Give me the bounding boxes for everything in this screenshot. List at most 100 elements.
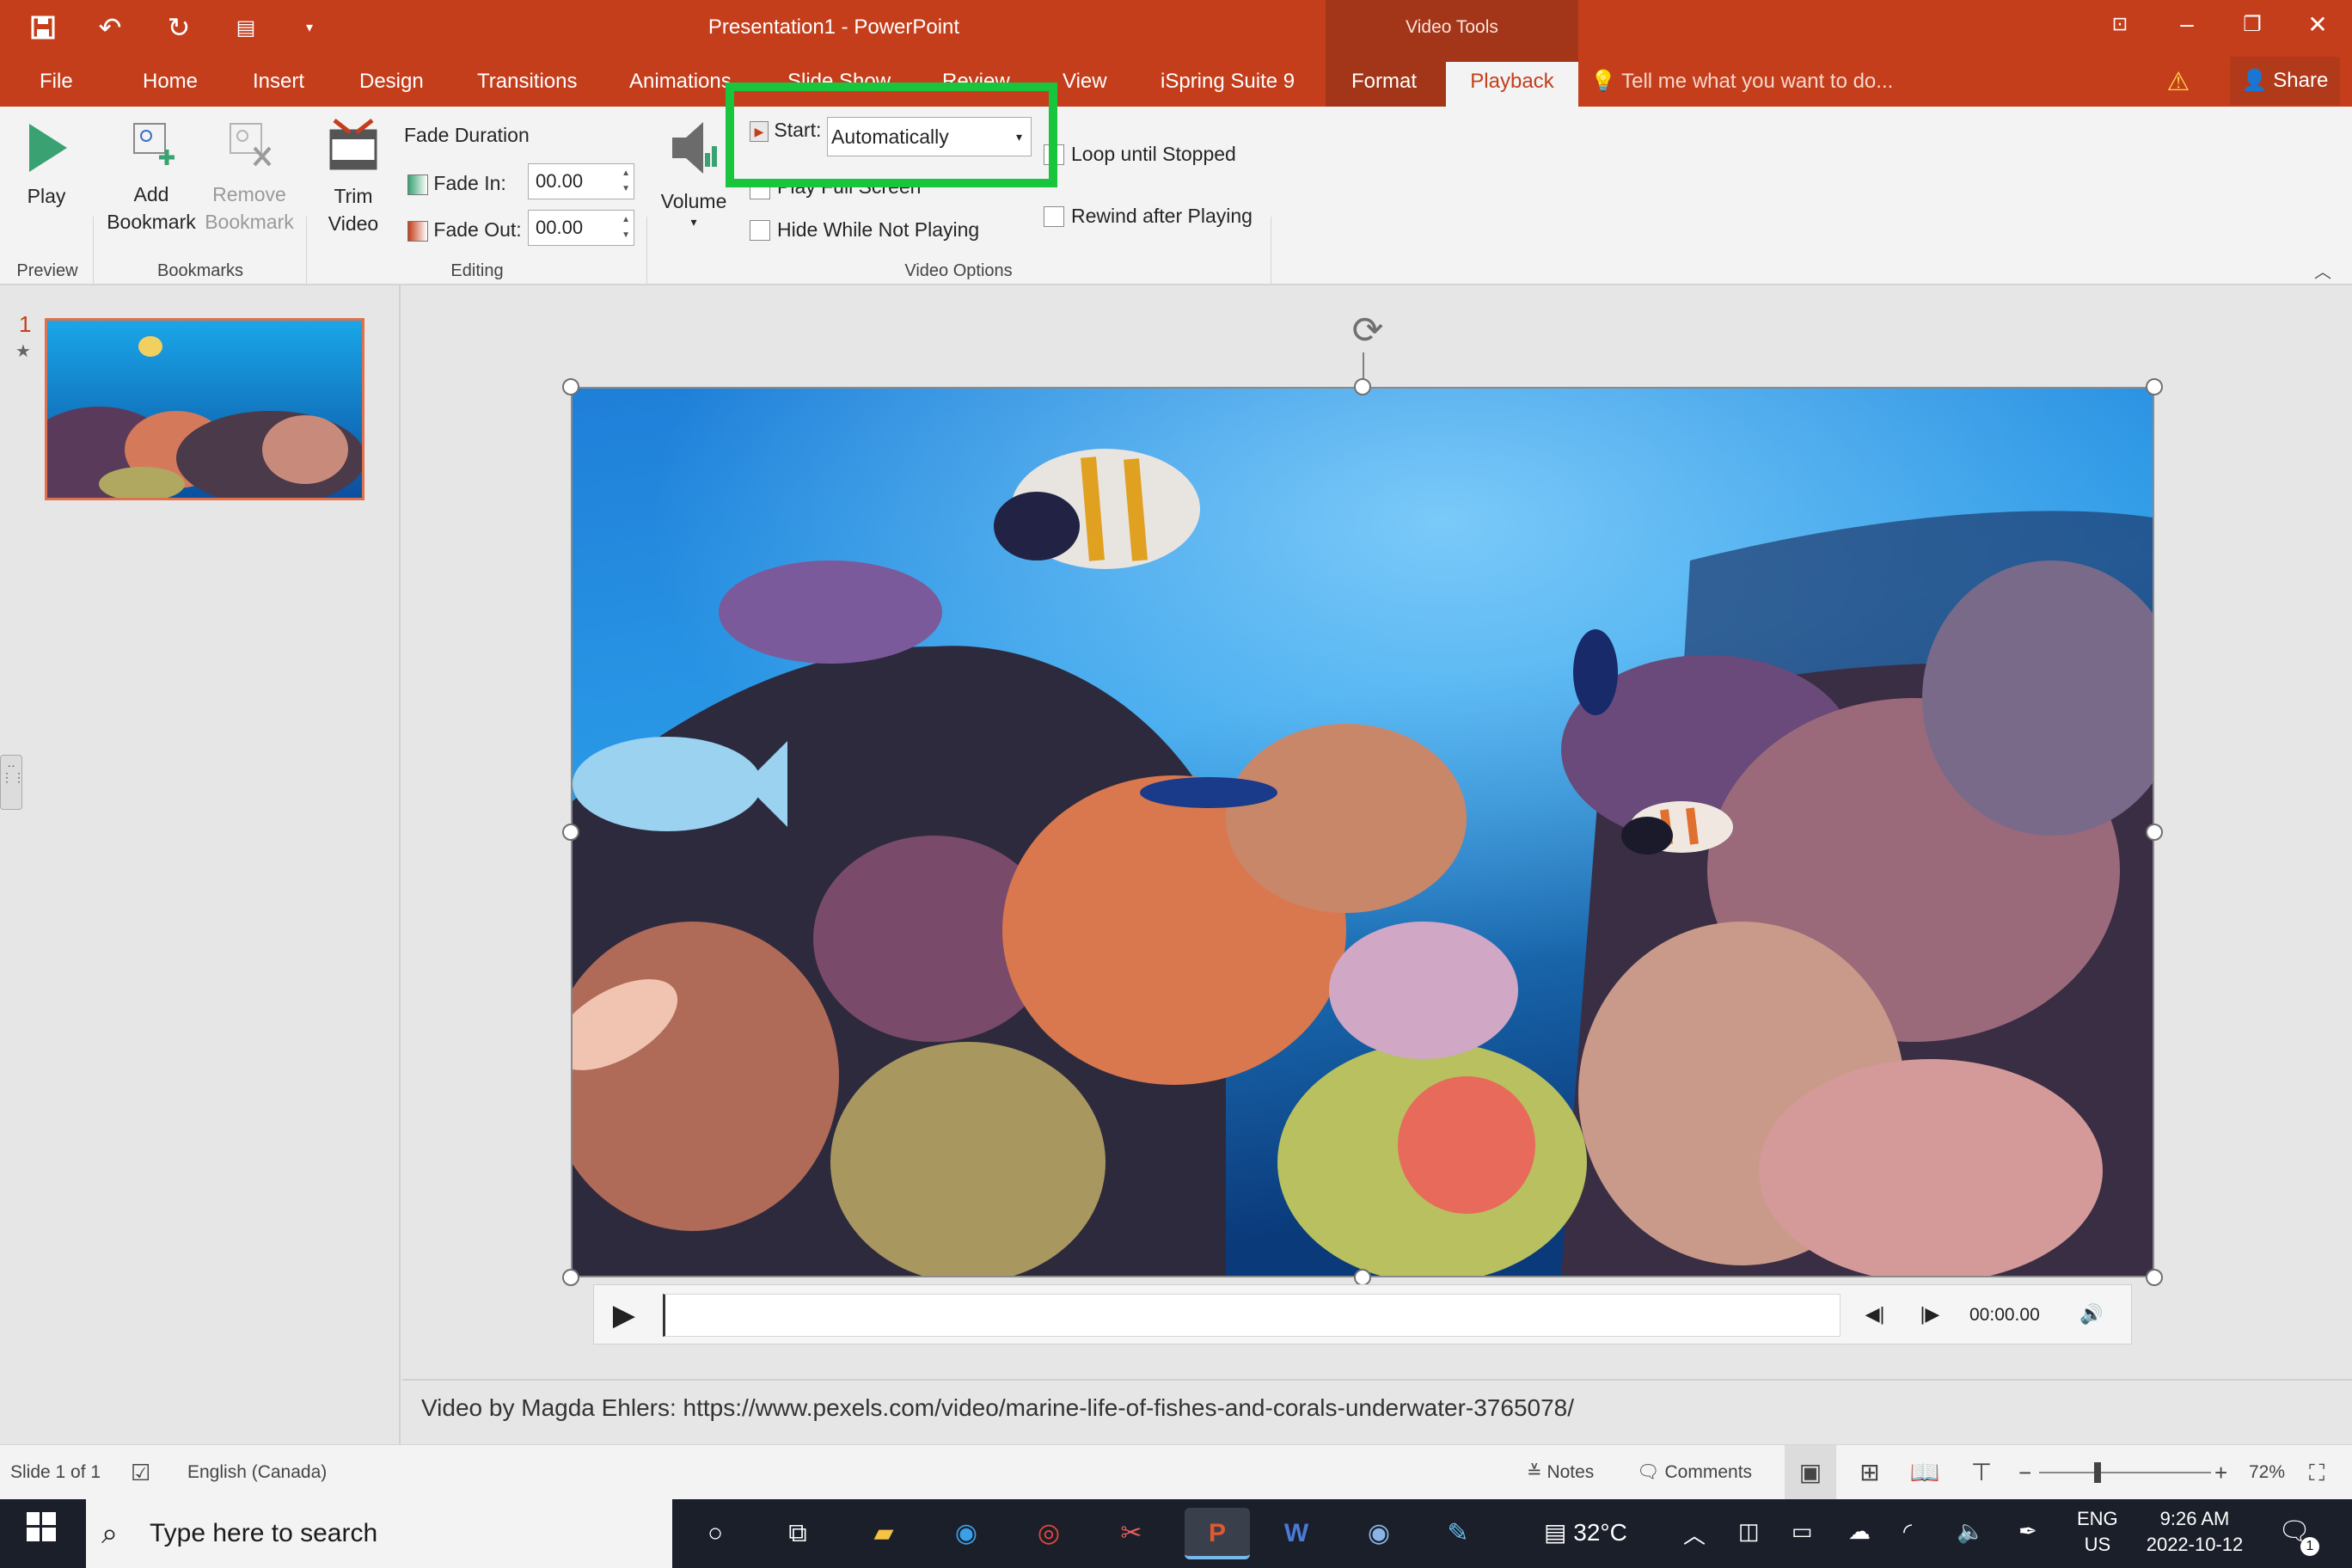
- resize-handle[interactable]: [562, 824, 579, 841]
- tab-file[interactable]: File: [40, 62, 73, 107]
- notes-button[interactable]: ≚ Notes: [1527, 1445, 1594, 1500]
- panel-splitter-handle[interactable]: ‥ ⋮⋮: [0, 755, 25, 810]
- zoom-slider[interactable]: [2039, 1445, 2211, 1500]
- onedrive-icon[interactable]: ☁: [1848, 1518, 1871, 1545]
- lang-line2: US: [2084, 1534, 2111, 1555]
- resize-handle[interactable]: [562, 1269, 579, 1286]
- chrome-icon[interactable]: ◎: [1023, 1508, 1075, 1559]
- video-frame-image: [573, 389, 2153, 1276]
- customize-qat-icon[interactable]: ▾: [284, 5, 335, 50]
- zoom-level[interactable]: 72%: [2249, 1445, 2285, 1500]
- zoom-slider-thumb[interactable]: [2094, 1462, 2101, 1483]
- battery-icon[interactable]: ▭: [1792, 1518, 1813, 1545]
- notepad-app-icon[interactable]: ✎: [1432, 1508, 1484, 1559]
- clock[interactable]: 9:26 AM 2022-10-12: [2139, 1506, 2251, 1558]
- slide-sorter-icon[interactable]: ⊞: [1848, 1445, 1891, 1500]
- trim-video-icon: [329, 119, 377, 170]
- volume-button[interactable]: Volume ▾: [653, 115, 734, 229]
- wifi-icon[interactable]: ◜: [1903, 1518, 1912, 1545]
- input-language-indicator[interactable]: ENG US: [2077, 1506, 2118, 1558]
- fit-to-window-icon[interactable]: ⛶: [2309, 1445, 2324, 1500]
- step-forward-icon[interactable]: |▶: [1913, 1297, 1947, 1332]
- tab-playback[interactable]: Playback: [1446, 62, 1578, 107]
- warning-icon[interactable]: ⚠: [2163, 67, 2194, 98]
- collapse-ribbon-icon[interactable]: ︿: [2314, 258, 2331, 283]
- minimize-button[interactable]: –: [2154, 0, 2220, 48]
- edge-icon[interactable]: ◉: [940, 1508, 992, 1559]
- reading-view-icon[interactable]: 📖: [1903, 1445, 1946, 1500]
- weather-widget[interactable]: ▤ 32°C: [1544, 1518, 1627, 1547]
- resize-handle[interactable]: [2146, 824, 2163, 841]
- play-pause-button[interactable]: ▶: [603, 1294, 646, 1337]
- comments-button[interactable]: 🗨 Comments: [1637, 1445, 1752, 1500]
- volume-icon[interactable]: 🔈: [1957, 1518, 1984, 1545]
- step-back-icon[interactable]: ◀|: [1858, 1297, 1892, 1332]
- ribbon-display-options-icon[interactable]: ⊡: [2087, 0, 2153, 48]
- seek-bar[interactable]: [663, 1294, 1841, 1337]
- media-app-icon[interactable]: ◉: [1353, 1508, 1405, 1559]
- remove-bookmark-button[interactable]: Remove Bookmark: [201, 119, 297, 236]
- word-icon[interactable]: W: [1271, 1508, 1322, 1559]
- spinner-arrows-icon[interactable]: ▲ ▼: [622, 166, 630, 197]
- video-tools-label: Video Tools: [1406, 17, 1498, 37]
- play-preview-button[interactable]: Play: [15, 120, 77, 210]
- slide-show-icon[interactable]: ⊤: [1960, 1445, 2003, 1500]
- comments-label: Comments: [1664, 1462, 1753, 1482]
- redo-icon[interactable]: ↻: [153, 5, 205, 50]
- lightbulb-icon: 💡: [1590, 70, 1616, 93]
- pen-icon[interactable]: ✒: [2018, 1518, 2037, 1545]
- normal-view-icon[interactable]: ▣: [1785, 1445, 1836, 1500]
- tab-transitions[interactable]: Transitions: [477, 62, 577, 107]
- speaker-notes[interactable]: Video by Magda Ehlers: https://www.pexel…: [402, 1379, 2352, 1444]
- close-button[interactable]: ✕: [2285, 0, 2350, 48]
- start-from-beginning-icon[interactable]: ▤: [220, 5, 272, 50]
- restore-button[interactable]: ❐: [2220, 0, 2285, 48]
- file-explorer-icon[interactable]: ▰: [858, 1508, 910, 1559]
- undo-icon[interactable]: ↶: [84, 5, 136, 50]
- tell-me-search[interactable]: 💡 Tell me what you want to do...: [1590, 62, 1893, 101]
- video-object[interactable]: [571, 387, 2154, 1277]
- save-icon[interactable]: [17, 5, 69, 50]
- resize-handle[interactable]: [562, 378, 579, 395]
- spinner-arrows-icon[interactable]: ▲ ▼: [622, 212, 630, 243]
- snipping-tool-icon[interactable]: ✂: [1106, 1508, 1157, 1559]
- remove-bookmark-line1: Remove: [212, 183, 286, 205]
- resize-handle[interactable]: [2146, 1269, 2163, 1286]
- rotate-handle-icon[interactable]: ⟳: [1344, 308, 1391, 354]
- task-view-icon[interactable]: ⧉: [772, 1508, 824, 1559]
- rewind-after-playing-checkbox[interactable]: [1044, 206, 1064, 227]
- add-bookmark-button[interactable]: Add Bookmark: [101, 119, 201, 236]
- hide-while-not-playing-checkbox[interactable]: [750, 220, 770, 241]
- zoom-out-icon[interactable]: −: [2018, 1445, 2031, 1500]
- fade-out-spinner[interactable]: 00.00 ▲ ▼: [528, 210, 634, 246]
- tab-insert[interactable]: Insert: [253, 62, 304, 107]
- weather-icon: ▤: [1544, 1519, 1567, 1546]
- language-indicator[interactable]: English (Canada): [187, 1445, 327, 1500]
- tab-view[interactable]: View: [1063, 62, 1107, 107]
- tab-design[interactable]: Design: [359, 62, 424, 107]
- powerpoint-taskbar-icon[interactable]: P: [1185, 1508, 1250, 1559]
- windows-taskbar: ⌕ Type here to search ○ ⧉ ▰ ◉ ◎ ✂ P W ◉ …: [0, 1499, 2352, 1568]
- mute-volume-icon[interactable]: 🔊: [2074, 1297, 2109, 1332]
- tab-format[interactable]: Format: [1351, 62, 1417, 107]
- share-button[interactable]: 👤 Share: [2230, 57, 2340, 105]
- resize-handle[interactable]: [2146, 378, 2163, 395]
- share-label: Share: [2273, 69, 2329, 92]
- spell-check-icon[interactable]: ☑: [131, 1445, 150, 1500]
- trim-video-button[interactable]: Trim Video: [315, 117, 392, 237]
- windows-start-icon[interactable]: [15, 1508, 67, 1559]
- tab-home[interactable]: Home: [143, 62, 198, 107]
- resize-handle[interactable]: [1354, 378, 1371, 395]
- taskbar-search[interactable]: ⌕ Type here to search: [86, 1499, 672, 1568]
- playback-time: 00:00.00: [1969, 1305, 2040, 1325]
- tab-ispring-suite[interactable]: iSpring Suite 9: [1161, 62, 1295, 107]
- tray-app-icon[interactable]: ◫: [1738, 1518, 1760, 1545]
- resize-handle[interactable]: [1354, 1269, 1371, 1286]
- slide-thumbnail[interactable]: [45, 318, 364, 500]
- cortana-icon[interactable]: ○: [689, 1508, 741, 1559]
- fade-in-spinner[interactable]: 00.00 ▲ ▼: [528, 163, 634, 199]
- tab-animations[interactable]: Animations: [629, 62, 732, 107]
- show-hidden-icons-icon[interactable]: ︿: [1683, 1518, 1706, 1550]
- zoom-in-icon[interactable]: +: [2214, 1445, 2227, 1500]
- volume-label: Volume: [660, 190, 727, 212]
